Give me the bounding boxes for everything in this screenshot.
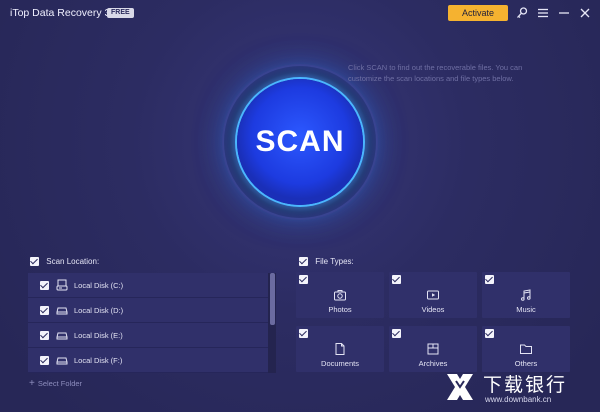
location-checkbox[interactable] bbox=[40, 355, 49, 365]
scan-location-header: Scan Location: bbox=[30, 257, 99, 271]
file-types-label: File Types: bbox=[315, 257, 354, 267]
hard-disk-icon bbox=[56, 332, 68, 340]
location-item-e[interactable]: Local Disk (E:) bbox=[28, 323, 268, 348]
photos-checkbox[interactable] bbox=[299, 275, 308, 284]
file-types-header: File Types: bbox=[299, 257, 354, 271]
file-type-label: Others bbox=[514, 359, 538, 368]
scan-location-checkbox[interactable] bbox=[30, 257, 39, 267]
video-icon bbox=[427, 290, 439, 300]
music-checkbox[interactable] bbox=[485, 275, 494, 284]
hard-disk-icon bbox=[56, 357, 68, 365]
scan-tip: Click SCAN to find out the recoverable f… bbox=[348, 63, 523, 83]
folder-icon bbox=[520, 344, 532, 354]
archives-checkbox[interactable] bbox=[392, 329, 401, 338]
scan-location-label: Scan Location: bbox=[46, 257, 100, 267]
select-folder-button[interactable]: + Select Folder bbox=[29, 378, 82, 389]
location-label: Local Disk (E:) bbox=[74, 330, 123, 340]
location-item-c[interactable]: Local Disk (C:) bbox=[28, 273, 268, 298]
location-item-d[interactable]: Local Disk (D:) bbox=[28, 298, 268, 323]
downbank-logo-icon bbox=[447, 374, 473, 400]
title-bar: iTop Data Recovery 3.0 FREE Activate bbox=[0, 0, 600, 26]
downbank-watermark: 下载银行 www.downbank.cn bbox=[443, 368, 593, 408]
watermark-text: 下载银行 bbox=[483, 374, 568, 396]
menu-icon[interactable] bbox=[536, 6, 550, 20]
location-scrollbar[interactable] bbox=[270, 273, 275, 325]
app-window: iTop Data Recovery 3.0 FREE Activate SCA… bbox=[0, 0, 600, 412]
location-checkbox[interactable] bbox=[40, 280, 49, 290]
location-checkbox[interactable] bbox=[40, 305, 49, 315]
location-checkbox[interactable] bbox=[40, 330, 49, 340]
file-type-music[interactable]: Music bbox=[482, 272, 570, 318]
file-types-checkbox[interactable] bbox=[299, 257, 308, 267]
location-label: Local Disk (C:) bbox=[74, 280, 124, 290]
activate-button[interactable]: Activate bbox=[448, 5, 508, 21]
document-icon bbox=[335, 343, 345, 355]
music-icon bbox=[521, 289, 531, 301]
file-type-photos[interactable]: Photos bbox=[296, 272, 384, 318]
location-label: Local Disk (D:) bbox=[74, 305, 124, 315]
documents-checkbox[interactable] bbox=[299, 329, 308, 338]
key-icon[interactable] bbox=[515, 6, 529, 20]
file-type-label: Archives bbox=[418, 359, 448, 368]
file-type-label: Photos bbox=[328, 305, 352, 314]
file-type-videos[interactable]: Videos bbox=[389, 272, 477, 318]
select-folder-label: Select Folder bbox=[37, 379, 83, 388]
archive-icon bbox=[427, 343, 439, 355]
file-type-others[interactable]: Others bbox=[482, 326, 570, 372]
watermark-url: www.downbank.cn bbox=[485, 395, 552, 404]
scan-location-list: Local Disk (C:) Local Disk (D:) Local Di… bbox=[28, 273, 276, 373]
minimize-icon[interactable] bbox=[557, 6, 571, 20]
system-disk-icon bbox=[56, 279, 68, 291]
close-icon[interactable] bbox=[578, 6, 592, 20]
plus-icon: + bbox=[29, 378, 35, 389]
file-type-label: Documents bbox=[321, 359, 359, 368]
app-title: iTop Data Recovery 3.0 bbox=[10, 7, 120, 19]
file-type-documents[interactable]: Documents bbox=[296, 326, 384, 372]
others-checkbox[interactable] bbox=[485, 329, 494, 338]
location-label: Local Disk (F:) bbox=[74, 355, 123, 365]
file-type-archives[interactable]: Archives bbox=[389, 326, 477, 372]
free-badge: FREE bbox=[107, 8, 134, 18]
location-item-f[interactable]: Local Disk (F:) bbox=[28, 348, 268, 373]
camera-icon bbox=[334, 290, 346, 301]
videos-checkbox[interactable] bbox=[392, 275, 401, 284]
file-type-label: Music bbox=[516, 305, 536, 314]
hard-disk-icon bbox=[56, 307, 68, 315]
file-type-label: Videos bbox=[421, 305, 445, 314]
